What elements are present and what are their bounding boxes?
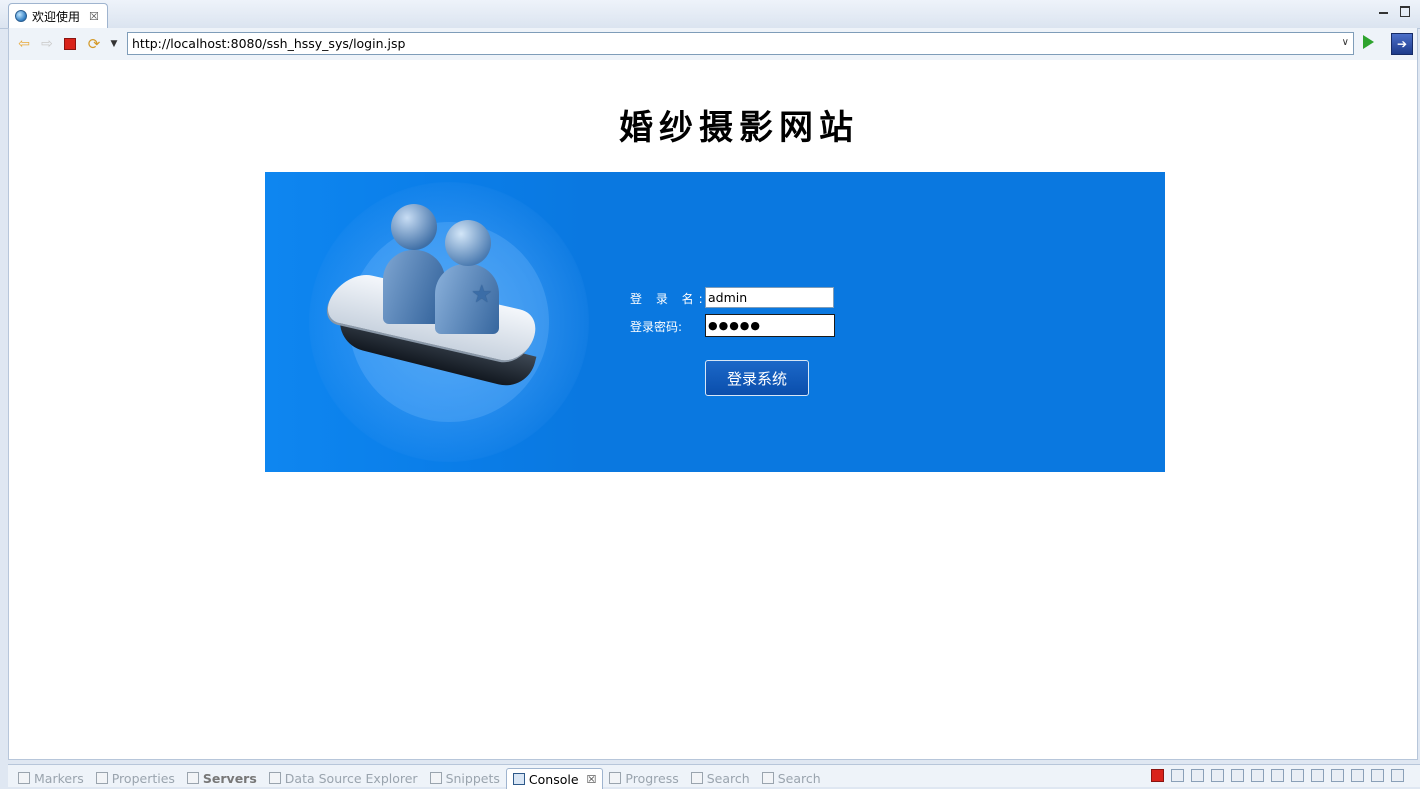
show-on-error-icon[interactable]: [1291, 769, 1304, 782]
open-console-icon[interactable]: [1351, 769, 1364, 782]
console-toolbar: [1151, 769, 1404, 782]
back-icon[interactable]: ⇦: [15, 35, 33, 53]
progress-icon: [609, 772, 622, 784]
close-icon[interactable]: ☒: [587, 773, 597, 786]
search-icon: [761, 772, 774, 784]
editor-tab-bar: 欢迎使用 ☒: [0, 0, 1420, 29]
tab-label: Console: [528, 771, 579, 787]
stop-button[interactable]: [61, 35, 79, 53]
user-figure-head: [391, 204, 437, 250]
minimize-icon[interactable]: [1379, 12, 1388, 14]
browser-toolbar: ⇦ ⇨ ⟳ ▼ http://localhost:8080/ssh_hssy_s…: [8, 28, 1418, 60]
pin-console-icon[interactable]: [1311, 769, 1324, 782]
clear-console-icon[interactable]: [1211, 769, 1224, 782]
tab-label: Data Source Explorer: [284, 770, 418, 786]
display-console-icon[interactable]: [1331, 769, 1344, 782]
tab-label: Servers: [202, 770, 257, 786]
url-dropdown-icon[interactable]: ∨: [1342, 37, 1349, 48]
password-input[interactable]: ●●●●●: [705, 314, 835, 337]
eclipse-window: 欢迎使用 ☒ ⇦ ⇨ ⟳ ▼ http://localhost:8080/ssh…: [0, 0, 1420, 789]
login-button[interactable]: 登录系统: [705, 360, 809, 396]
servers-icon: [186, 772, 199, 784]
user-figure-head-2: [445, 220, 491, 266]
window-controls: [1379, 6, 1410, 17]
star-icon: ★: [471, 280, 493, 308]
url-text: http://localhost:8080/ssh_hssy_sys/login…: [132, 36, 406, 51]
database-icon: [268, 772, 281, 784]
stop-icon: [64, 38, 76, 50]
tab-markers[interactable]: Markers: [12, 768, 90, 788]
tab-label: Search: [777, 770, 821, 786]
tab-search[interactable]: Search: [685, 768, 756, 788]
search-icon: [690, 772, 703, 784]
snippets-icon: [429, 772, 442, 784]
page-title: 婚纱摄影网站: [619, 108, 859, 148]
terminate-icon[interactable]: [1151, 769, 1164, 782]
scroll-lock-icon[interactable]: [1231, 769, 1244, 782]
tab-progress[interactable]: Progress: [603, 768, 684, 788]
tab-properties[interactable]: Properties: [90, 768, 181, 788]
markers-icon: [18, 772, 30, 784]
url-field[interactable]: http://localhost:8080/ssh_hssy_sys/login…: [127, 32, 1354, 55]
maximize-icon[interactable]: [1391, 769, 1404, 782]
password-label: 登录密码:: [630, 320, 683, 334]
console-icon: [512, 773, 525, 785]
tab-label: 欢迎使用: [32, 9, 81, 24]
tab-snippets[interactable]: Snippets: [424, 768, 506, 788]
username-input[interactable]: admin: [705, 287, 834, 308]
web-page: 婚纱摄影网站 ★ 登 录 名: admin 登录密码: ●●●●● 登录系统: [8, 60, 1418, 760]
close-icon[interactable]: ☒: [89, 10, 99, 23]
panel-illustration-area: ★: [265, 172, 590, 472]
tab-label: Properties: [111, 770, 175, 786]
editor-tab-welcome[interactable]: 欢迎使用 ☒: [8, 3, 108, 28]
word-wrap-icon[interactable]: [1251, 769, 1264, 782]
show-on-output-icon[interactable]: [1271, 769, 1284, 782]
globe-icon: [15, 10, 27, 22]
remove-launch-icon[interactable]: [1171, 769, 1184, 782]
login-panel: ★ 登 录 名: admin 登录密码: ●●●●● 登录系统: [265, 172, 1165, 472]
tab-data-source-explorer[interactable]: Data Source Explorer: [263, 768, 424, 788]
remove-all-icon[interactable]: [1191, 769, 1204, 782]
tab-label: Snippets: [445, 770, 500, 786]
tab-label: Search: [706, 770, 750, 786]
tab-label: Markers: [34, 770, 84, 786]
tab-search-2[interactable]: Search: [756, 768, 827, 788]
go-icon[interactable]: [1363, 35, 1374, 49]
chevron-down-icon[interactable]: ▼: [105, 35, 123, 53]
refresh-icon[interactable]: ⟳: [85, 35, 103, 53]
minimize-icon[interactable]: [1371, 769, 1384, 782]
properties-icon: [95, 772, 108, 784]
tab-label: Progress: [625, 770, 679, 786]
forward-icon[interactable]: ⇨: [38, 35, 56, 53]
maximize-icon[interactable]: [1400, 6, 1410, 17]
username-label: 登 录 名:: [630, 292, 708, 306]
browser-menu-icon[interactable]: ➔: [1391, 33, 1413, 55]
bottom-view-bar: Markers Properties Servers Data Source E…: [8, 764, 1420, 789]
tab-servers[interactable]: Servers: [181, 768, 263, 788]
